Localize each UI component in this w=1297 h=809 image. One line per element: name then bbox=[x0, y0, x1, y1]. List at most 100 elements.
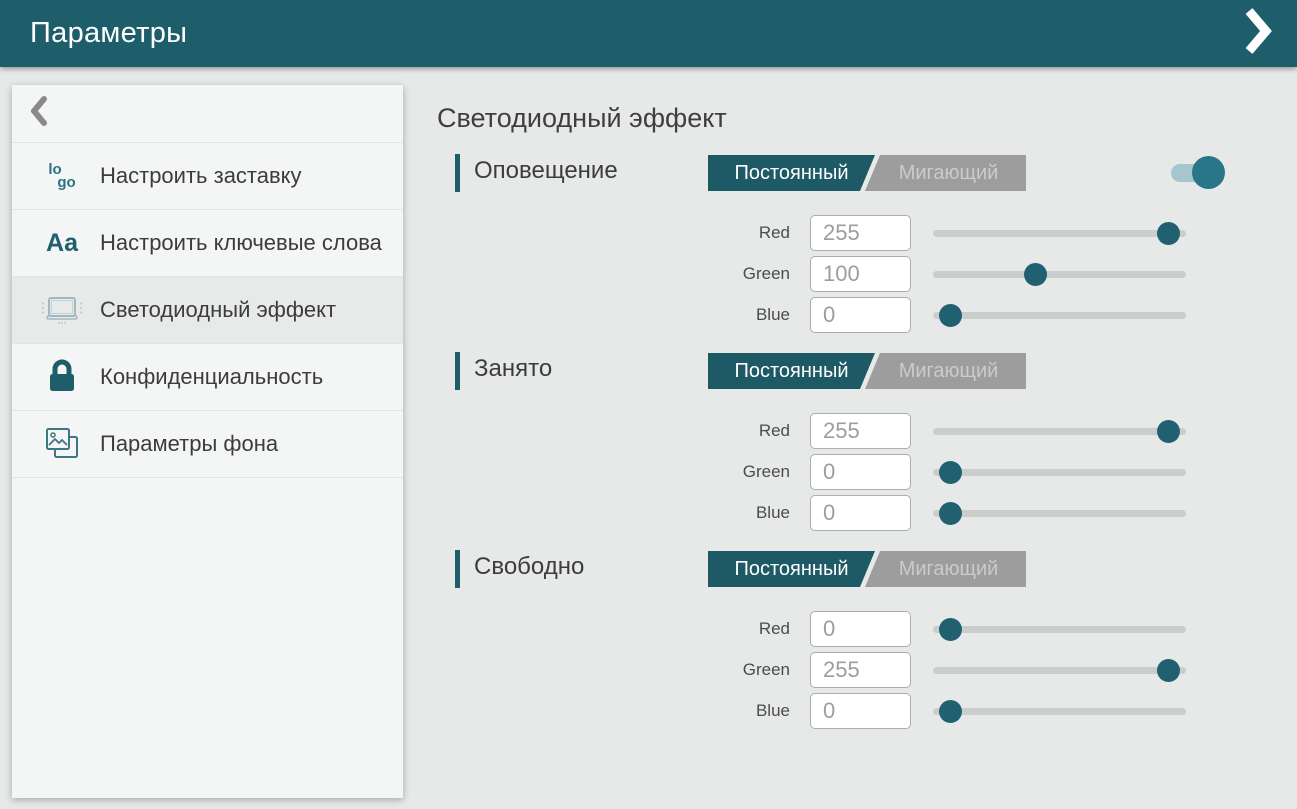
section-accent-bar bbox=[455, 352, 460, 390]
section-label: Свободно bbox=[474, 553, 584, 581]
blue-row: Blue bbox=[437, 495, 1297, 531]
section-accent-bar bbox=[455, 154, 460, 192]
blue-input[interactable] bbox=[810, 693, 911, 729]
section-busy: Занято Постоянный Мигающий Red Green bbox=[437, 351, 1297, 531]
header-bar: Параметры bbox=[0, 0, 1297, 67]
mode-toggle: Постоянный Мигающий bbox=[708, 155, 1026, 191]
switch-knob bbox=[1192, 156, 1225, 189]
slider-thumb[interactable] bbox=[1157, 420, 1180, 443]
slider-track bbox=[933, 469, 1186, 476]
section-free: Свободно Постоянный Мигающий Red Green bbox=[437, 549, 1297, 729]
text-aa-icon: Aa bbox=[40, 229, 84, 258]
mode-toggle: Постоянный Мигающий bbox=[708, 551, 1026, 587]
red-slider[interactable] bbox=[933, 611, 1186, 647]
mode-constant-button[interactable]: Постоянный bbox=[708, 551, 875, 587]
sidebar-item-splash-screen[interactable]: logo Настроить заставку bbox=[12, 143, 403, 210]
red-row: Red bbox=[437, 413, 1297, 449]
sidebar-item-privacy[interactable]: Конфиденциальность bbox=[12, 344, 403, 411]
blue-row: Blue bbox=[437, 693, 1297, 729]
section-notification: Оповещение Постоянный Мигающий Red bbox=[437, 153, 1297, 333]
slider-thumb[interactable] bbox=[939, 461, 962, 484]
green-label: Green bbox=[437, 660, 790, 680]
red-input[interactable] bbox=[810, 413, 911, 449]
red-slider[interactable] bbox=[933, 215, 1186, 251]
section-accent-bar bbox=[455, 550, 460, 588]
green-input[interactable] bbox=[810, 454, 911, 490]
slider-track bbox=[933, 312, 1186, 319]
section-label: Оповещение bbox=[474, 157, 618, 185]
green-slider[interactable] bbox=[933, 652, 1186, 688]
blue-label: Blue bbox=[437, 701, 790, 721]
red-label: Red bbox=[437, 223, 790, 243]
sidebar-item-label: Светодиодный эффект bbox=[100, 283, 336, 337]
blue-row: Blue bbox=[437, 297, 1297, 333]
mode-blinking-button[interactable]: Мигающий bbox=[865, 353, 1026, 389]
slider-thumb[interactable] bbox=[939, 502, 962, 525]
section-header: Оповещение Постоянный Мигающий bbox=[437, 153, 1297, 193]
section-header: Свободно Постоянный Мигающий bbox=[437, 549, 1297, 589]
slider-track bbox=[933, 428, 1186, 435]
sidebar-item-keywords[interactable]: Aa Настроить ключевые слова bbox=[12, 210, 403, 277]
blue-slider[interactable] bbox=[933, 297, 1186, 333]
sidebar-item-label: Конфиденциальность bbox=[100, 350, 323, 404]
led-display-icon bbox=[40, 292, 84, 328]
green-label: Green bbox=[437, 462, 790, 482]
blue-input[interactable] bbox=[810, 495, 911, 531]
red-input[interactable] bbox=[810, 215, 911, 251]
blue-label: Blue bbox=[437, 503, 790, 523]
sidebar-item-led-effect[interactable]: Светодиодный эффект bbox=[12, 277, 403, 344]
green-label: Green bbox=[437, 264, 790, 284]
green-row: Green bbox=[437, 454, 1297, 490]
forward-button[interactable] bbox=[1235, 8, 1281, 58]
mode-constant-button[interactable]: Постоянный bbox=[708, 353, 875, 389]
panel-title: Светодиодный эффект bbox=[437, 100, 1297, 136]
slider-track bbox=[933, 230, 1186, 237]
red-row: Red bbox=[437, 215, 1297, 251]
red-row: Red bbox=[437, 611, 1297, 647]
section-header: Занято Постоянный Мигающий bbox=[437, 351, 1297, 391]
green-slider[interactable] bbox=[933, 454, 1186, 490]
settings-sidebar: logo Настроить заставку Aa Настроить клю… bbox=[12, 85, 403, 798]
settings-app: Параметры logo Настроить заставку bbox=[0, 0, 1297, 809]
blue-input[interactable] bbox=[810, 297, 911, 333]
background-image-icon bbox=[40, 425, 84, 463]
green-row: Green bbox=[437, 652, 1297, 688]
slider-thumb[interactable] bbox=[939, 618, 962, 641]
green-row: Green bbox=[437, 256, 1297, 292]
blue-slider[interactable] bbox=[933, 495, 1186, 531]
lock-icon bbox=[40, 359, 84, 395]
sidebar-item-label: Настроить ключевые слова bbox=[100, 216, 382, 270]
red-input[interactable] bbox=[810, 611, 911, 647]
mode-blinking-button[interactable]: Мигающий bbox=[865, 155, 1026, 191]
blue-label: Blue bbox=[437, 305, 790, 325]
notification-switch[interactable] bbox=[1171, 156, 1225, 189]
sidebar-item-label: Настроить заставку bbox=[100, 149, 302, 203]
mode-blinking-button[interactable]: Мигающий bbox=[865, 551, 1026, 587]
slider-track bbox=[933, 667, 1186, 674]
slider-thumb[interactable] bbox=[1157, 222, 1180, 245]
slider-track bbox=[933, 708, 1186, 715]
sidebar-item-label: Параметры фона bbox=[100, 417, 278, 471]
slider-track bbox=[933, 510, 1186, 517]
green-input[interactable] bbox=[810, 256, 911, 292]
green-slider[interactable] bbox=[933, 256, 1186, 292]
slider-track bbox=[933, 626, 1186, 633]
sidebar-item-background[interactable]: Параметры фона bbox=[12, 411, 403, 478]
page-title: Параметры bbox=[30, 17, 187, 50]
slider-thumb[interactable] bbox=[1024, 263, 1047, 286]
slider-track bbox=[933, 271, 1186, 278]
chevron-left-icon bbox=[30, 96, 47, 131]
section-label: Занято bbox=[474, 355, 552, 383]
logo-icon: logo bbox=[40, 163, 84, 189]
blue-slider[interactable] bbox=[933, 693, 1186, 729]
slider-thumb[interactable] bbox=[1157, 659, 1180, 682]
slider-thumb[interactable] bbox=[939, 700, 962, 723]
red-label: Red bbox=[437, 619, 790, 639]
mode-toggle: Постоянный Мигающий bbox=[708, 353, 1026, 389]
sidebar-back-button[interactable] bbox=[12, 85, 403, 143]
red-label: Red bbox=[437, 421, 790, 441]
red-slider[interactable] bbox=[933, 413, 1186, 449]
green-input[interactable] bbox=[810, 652, 911, 688]
mode-constant-button[interactable]: Постоянный bbox=[708, 155, 875, 191]
slider-thumb[interactable] bbox=[939, 304, 962, 327]
